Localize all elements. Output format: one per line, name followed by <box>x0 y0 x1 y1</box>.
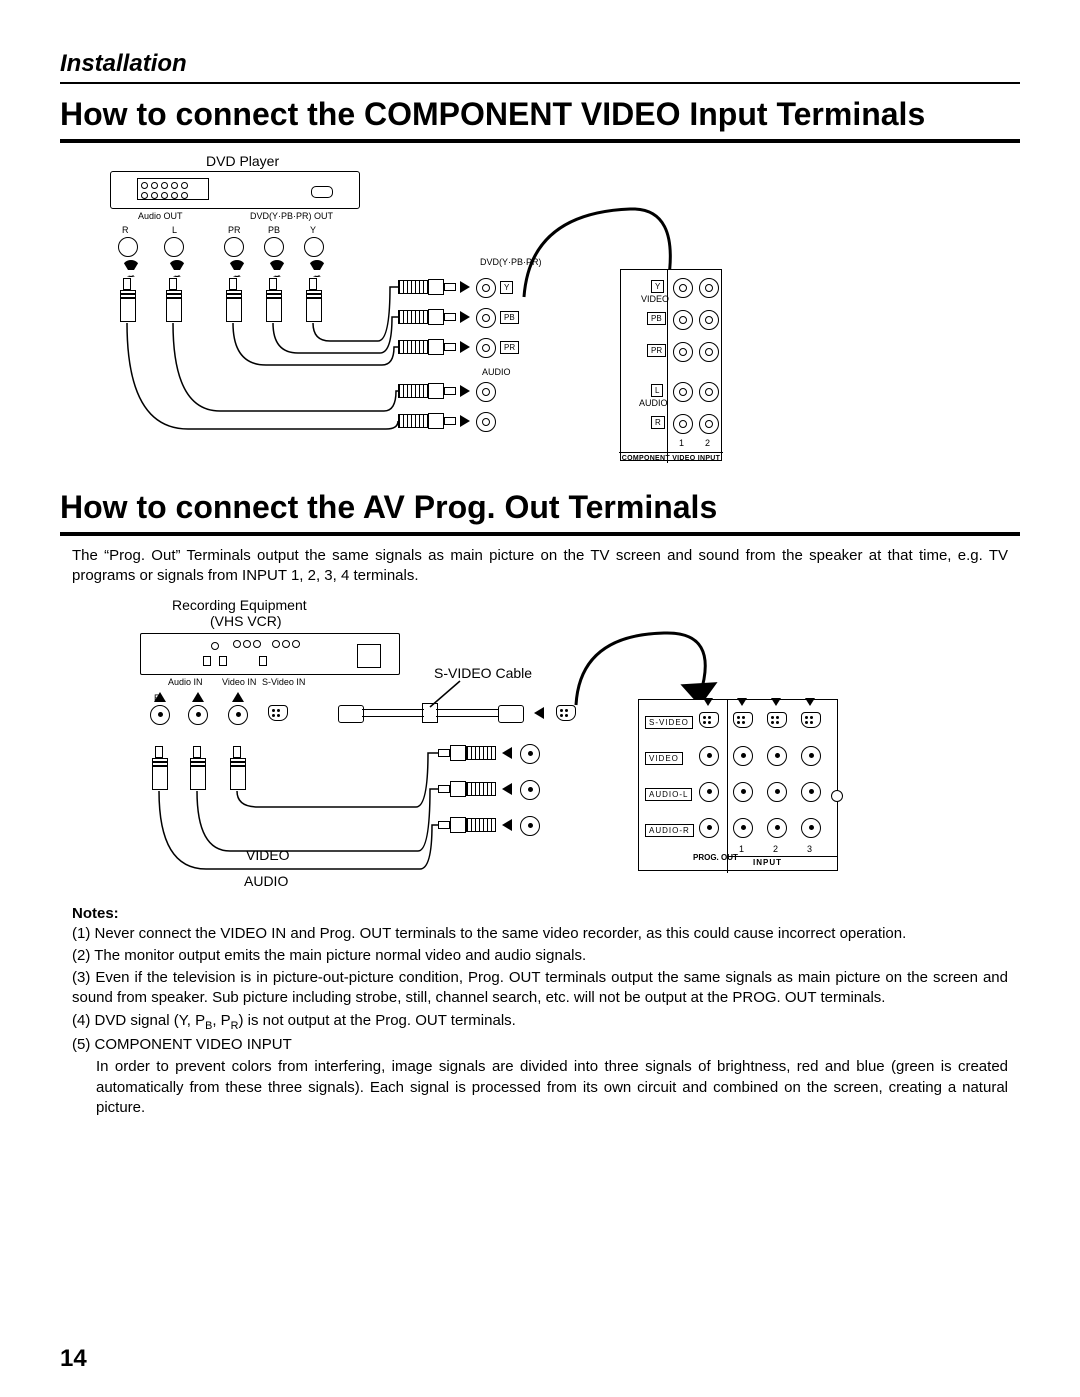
panel2-c3: 3 <box>807 844 812 854</box>
rca-right-pr <box>476 338 496 358</box>
panel-sv-2 <box>767 712 787 728</box>
panel-prog-out: PROG. OUT <box>693 854 723 862</box>
av-intro-text: The “Prog. Out” Terminals output the sam… <box>72 546 1008 587</box>
panel-al-1 <box>733 782 753 802</box>
panel-audio-label: AUDIO <box>639 398 668 408</box>
tv-panel-2: S-VIDEO VIDEO AUDIO-L AUDIO-R <box>638 699 838 871</box>
panel-rca-y2 <box>699 278 719 298</box>
section-label: Installation <box>60 50 1020 84</box>
audio-cable-label: AUDIO <box>244 873 288 889</box>
page-number: 14 <box>60 1345 87 1373</box>
arrow-video <box>502 747 512 759</box>
plug-h-y <box>398 280 456 294</box>
panel-al-0 <box>699 782 719 802</box>
panel-v-2 <box>767 746 787 766</box>
plug-h-audio-l <box>438 782 496 796</box>
panel-rca-r2 <box>699 414 719 434</box>
plug-h-ar <box>398 414 456 428</box>
rca-right-pb <box>476 308 496 328</box>
note-5b: In order to prevent colors from interfer… <box>72 1057 1008 1118</box>
heading-component-video: How to connect the COMPONENT VIDEO Input… <box>60 96 1020 143</box>
panel-rca-r1 <box>673 414 693 434</box>
panel-v-1 <box>733 746 753 766</box>
panel-footer-1: COMPONENT VIDEO INPUT <box>619 452 723 462</box>
panel-svideo-label: S-VIDEO <box>645 716 693 729</box>
panel-rca-l1 <box>673 382 693 402</box>
right-audio-label: AUDIO <box>482 367 511 377</box>
panel-video-label2: VIDEO <box>645 752 683 765</box>
panel-ar-0 <box>699 818 719 838</box>
note-2: (2) The monitor output emits the main pi… <box>72 946 1008 966</box>
panel-rca-y1 <box>673 278 693 298</box>
note-5a: (5) COMPONENT VIDEO INPUT <box>72 1035 1008 1055</box>
panel-rca-pb1 <box>673 310 693 330</box>
panel-ar-3 <box>801 818 821 838</box>
page: Installation How to connect the COMPONEN… <box>0 0 1080 1397</box>
notes-list: (1) Never connect the VIDEO IN and Prog.… <box>72 924 1008 1119</box>
panel-rca-pr2 <box>699 342 719 362</box>
tag-pr: PR <box>500 341 519 354</box>
plug-h-audio-r <box>438 818 496 832</box>
arrow-pr <box>460 341 470 353</box>
plug-h-pr <box>398 340 456 354</box>
panel-al-3 <box>801 782 821 802</box>
note-4: (4) DVD signal (Y, PB, PR) is not output… <box>72 1011 1008 1034</box>
panel-input: INPUT <box>753 858 782 867</box>
panel-sv-1 <box>733 712 753 728</box>
diagram-component-video: DVD Player Audio OUT R L <box>60 153 1020 473</box>
panel-y: Y <box>651 280 664 293</box>
panel-rca-pb2 <box>699 310 719 330</box>
panel-pr: PR <box>647 344 666 357</box>
panel-v-0 <box>699 746 719 766</box>
plug-h-al <box>398 384 456 398</box>
video-cable-label: VIDEO <box>246 847 290 863</box>
tv-panel-1: Y VIDEO PB PR L AUDIO R 1 2 COMPONENT VI… <box>620 269 722 461</box>
panel-rca-pr1 <box>673 342 693 362</box>
panel2-c1: 1 <box>739 844 744 854</box>
plug-h-video <box>438 746 496 760</box>
panel-r: R <box>651 416 665 429</box>
notes-heading: Notes: <box>72 905 1008 922</box>
panel-rca-l2 <box>699 382 719 402</box>
rca-right-al <box>476 382 496 402</box>
panel-c2: 2 <box>705 438 710 448</box>
diagram-av-prog-out: Recording Equipment (VHS VCR) Audio IN R… <box>60 597 1020 897</box>
panel-pb: PB <box>647 312 666 325</box>
panel-c1: 1 <box>679 438 684 448</box>
panel-ar-1 <box>733 818 753 838</box>
note-1: (1) Never connect the VIDEO IN and Prog.… <box>72 924 1008 944</box>
rca-right-ar <box>476 412 496 432</box>
panel-sv-3 <box>801 712 821 728</box>
panel2-c2: 2 <box>773 844 778 854</box>
panel-ar-2 <box>767 818 787 838</box>
panel-audio-r-label: AUDIO-R <box>645 824 694 837</box>
rca-progout-al <box>520 780 540 800</box>
heading-av-prog-out: How to connect the AV Prog. Out Terminal… <box>60 489 1020 536</box>
panel-l: L <box>651 384 663 397</box>
arrow-al <box>460 385 470 397</box>
arrow-ar <box>460 415 470 427</box>
rca-progout-video <box>520 744 540 764</box>
arrow-pb <box>460 311 470 323</box>
panel-sv-0 <box>699 712 719 728</box>
note-3: (3) Even if the television is in picture… <box>72 968 1008 1009</box>
panel-v-3 <box>801 746 821 766</box>
arrow-audio-r <box>502 819 512 831</box>
plug-h-pb <box>398 310 456 324</box>
arrow-audio-l <box>502 783 512 795</box>
panel-video-label: VIDEO <box>641 294 669 304</box>
panel-al-2 <box>767 782 787 802</box>
rca-right-y <box>476 278 496 298</box>
arrow-y <box>460 281 470 293</box>
rca-progout-ar <box>520 816 540 836</box>
panel-audio-l-label: AUDIO-L <box>645 788 692 801</box>
